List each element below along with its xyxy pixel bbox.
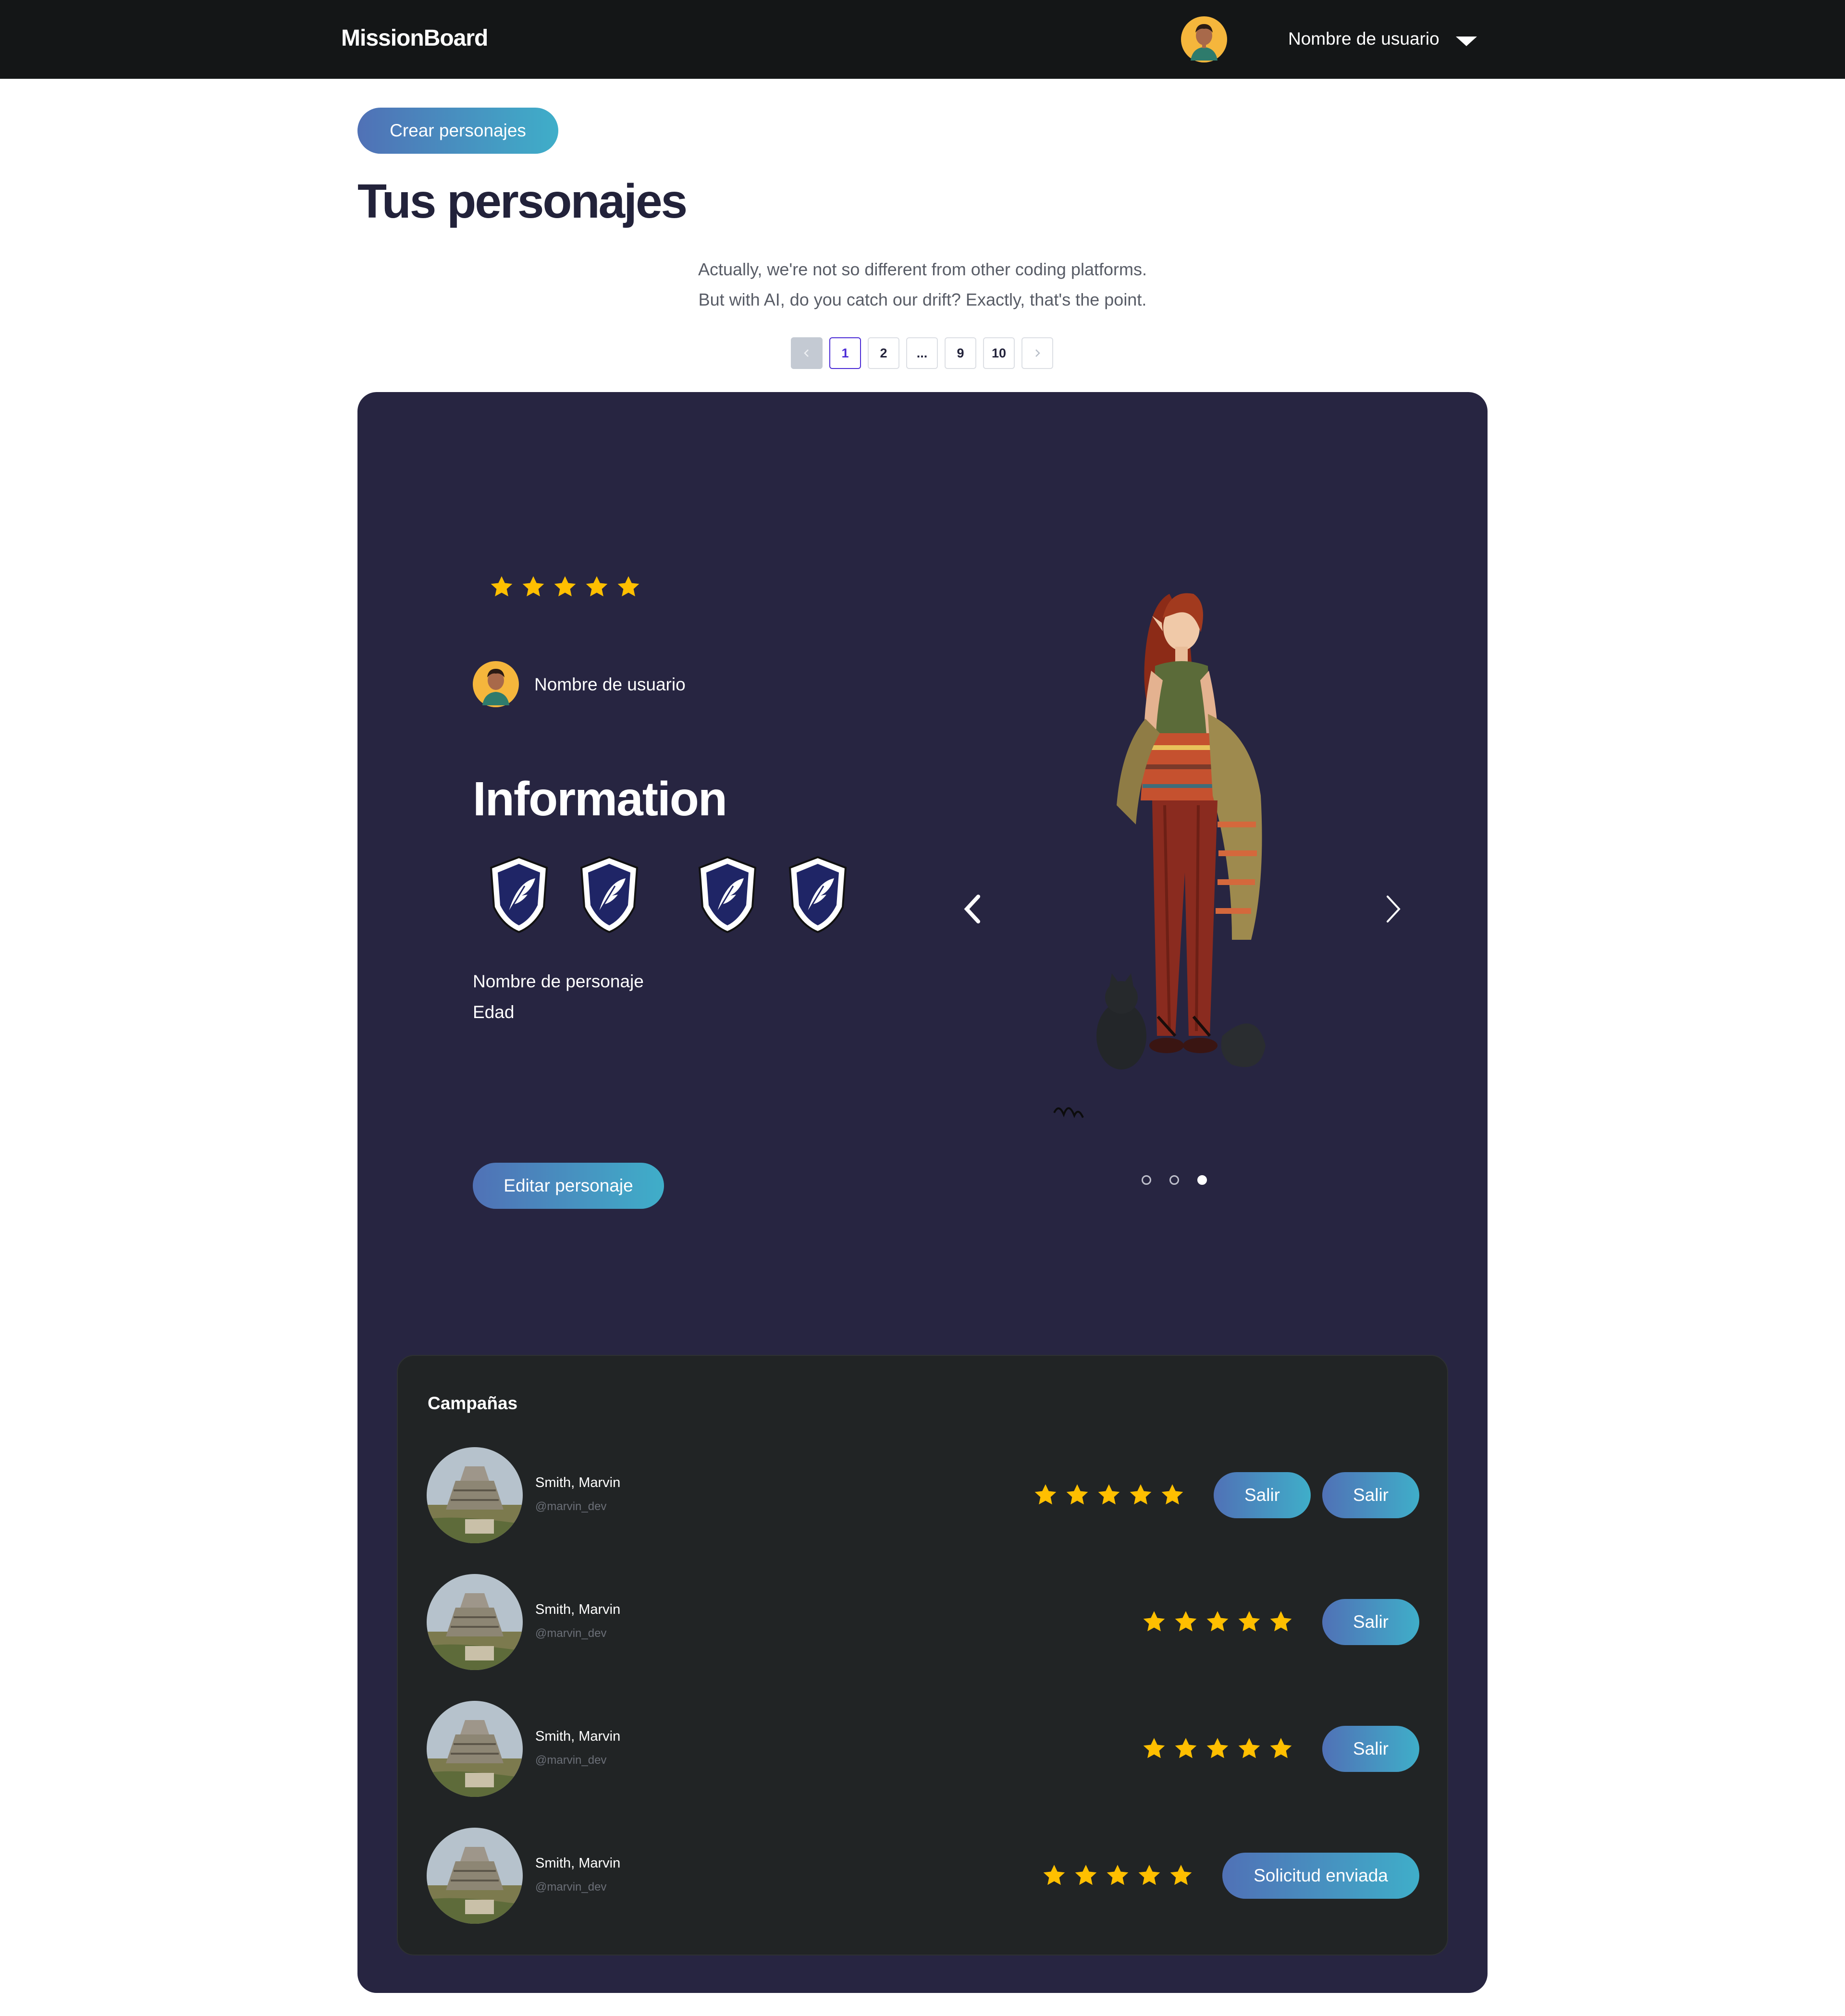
- top-navigation-bar: MissionBoard Nombre de usuario: [0, 0, 1845, 79]
- star-icon: [522, 576, 544, 597]
- quill-shield-icon: [580, 856, 639, 934]
- campaign-owner-handle: @marvin_dev: [535, 1500, 607, 1513]
- character-name-label: Nombre de personaje: [473, 971, 644, 991]
- leave-campaign-button[interactable]: Salir: [1322, 1599, 1419, 1645]
- pagination: 1 2 ... 9 10: [791, 337, 1053, 369]
- campaign-rating: [1033, 1483, 1185, 1508]
- campaigns-panel: Campañas Smith, Marvin @marvin_dev Salir…: [397, 1355, 1448, 1955]
- campaign-rating: [1142, 1736, 1293, 1761]
- tagline-line-1: Actually, we're not so different from ot…: [698, 259, 1147, 279]
- campaign-thumbnail[interactable]: [427, 1701, 523, 1797]
- carousel-prev-icon[interactable]: [958, 890, 987, 928]
- page-1-button[interactable]: 1: [829, 337, 861, 369]
- page-ellipsis: ...: [906, 337, 938, 369]
- star-icon: [1175, 1738, 1197, 1758]
- campaign-owner-name: Smith, Marvin: [535, 1856, 621, 1871]
- star-icon: [617, 576, 640, 597]
- star-icon: [1075, 1865, 1097, 1885]
- campaign-row: Smith, Marvin @marvin_dev Salir: [398, 1574, 1449, 1670]
- request-sent-button[interactable]: Solicitud enviada: [1222, 1853, 1419, 1899]
- carousel-dot-1[interactable]: [1142, 1175, 1151, 1185]
- badge-list: [487, 854, 847, 941]
- tagline-line-2: But with AI, do you catch our drift? Exa…: [698, 290, 1147, 309]
- quill-shield-icon: [490, 856, 548, 934]
- character-illustration: [1053, 593, 1266, 1119]
- star-icon: [1143, 1738, 1165, 1758]
- owner-avatar[interactable]: [473, 661, 519, 707]
- leave-campaign-button[interactable]: Salir: [1214, 1472, 1311, 1518]
- star-icon: [1170, 1865, 1192, 1885]
- character-age-label: Edad: [473, 1002, 515, 1022]
- star-icon: [586, 576, 608, 597]
- pagination-next-button[interactable]: [1021, 337, 1053, 369]
- campaign-row: Smith, Marvin @marvin_dev Solicitud envi…: [398, 1828, 1449, 1924]
- chevron-right-icon: [1035, 349, 1040, 357]
- campaign-owner-handle: @marvin_dev: [535, 1754, 607, 1767]
- page-9-button[interactable]: 9: [945, 337, 976, 369]
- leave-campaign-button[interactable]: Salir: [1322, 1726, 1419, 1772]
- campaign-rating: [1042, 1863, 1193, 1888]
- chevron-down-icon[interactable]: [1456, 37, 1477, 46]
- star-icon: [1206, 1611, 1229, 1632]
- campaign-row: Smith, Marvin @marvin_dev Salir: [398, 1701, 1449, 1797]
- character-card: Nombre de usuario Information Nombre de …: [357, 392, 1488, 1993]
- page-10-button[interactable]: 10: [983, 337, 1015, 369]
- star-icon: [1238, 1738, 1260, 1758]
- star-icon: [1270, 1738, 1292, 1758]
- brand-logo[interactable]: MissionBoard: [341, 25, 488, 51]
- carousel-dot-2[interactable]: [1169, 1175, 1179, 1185]
- nav-username[interactable]: Nombre de usuario: [1288, 29, 1439, 49]
- campaign-thumbnail[interactable]: [427, 1574, 523, 1670]
- page-2-button[interactable]: 2: [868, 337, 899, 369]
- quill-shield-icon: [788, 856, 847, 934]
- star-icon: [1130, 1484, 1152, 1505]
- information-heading: Information: [473, 772, 727, 826]
- star-icon: [1206, 1738, 1229, 1758]
- star-icon: [491, 576, 513, 597]
- carousel-indicator: [1142, 1175, 1207, 1185]
- campaign-owner-handle: @marvin_dev: [535, 1627, 607, 1640]
- edit-character-button[interactable]: Editar personaje: [473, 1163, 664, 1209]
- star-icon: [1034, 1484, 1057, 1505]
- campaign-thumbnail[interactable]: [427, 1828, 523, 1924]
- star-icon: [1238, 1611, 1260, 1632]
- pagination-prev-button[interactable]: [791, 337, 823, 369]
- carousel-next-icon[interactable]: [1379, 890, 1408, 928]
- campaign-owner-name: Smith, Marvin: [535, 1475, 621, 1490]
- create-characters-button[interactable]: Crear personajes: [357, 108, 558, 154]
- star-icon: [1107, 1865, 1129, 1885]
- page-title: Tus personajes: [357, 174, 688, 228]
- star-icon: [1161, 1484, 1183, 1505]
- leave-campaign-button[interactable]: Salir: [1322, 1472, 1419, 1518]
- quill-shield-icon: [698, 856, 757, 934]
- owner-username: Nombre de usuario: [534, 675, 686, 694]
- campaign-thumbnail[interactable]: [427, 1447, 523, 1543]
- character-rating: [489, 575, 641, 600]
- campaign-owner-name: Smith, Marvin: [535, 1602, 621, 1617]
- star-icon: [1175, 1611, 1197, 1632]
- star-icon: [554, 576, 576, 597]
- user-avatar[interactable]: [1181, 16, 1227, 62]
- star-icon: [1270, 1611, 1292, 1632]
- campaigns-heading: Campañas: [428, 1393, 518, 1413]
- star-icon: [1098, 1484, 1120, 1505]
- campaign-owner-handle: @marvin_dev: [535, 1881, 607, 1893]
- campaign-row: Smith, Marvin @marvin_dev Salir Salir: [398, 1447, 1449, 1543]
- star-icon: [1138, 1865, 1160, 1885]
- campaign-owner-name: Smith, Marvin: [535, 1729, 621, 1744]
- star-icon: [1043, 1865, 1065, 1885]
- campaign-rating: [1142, 1610, 1293, 1635]
- chevron-left-icon: [804, 349, 809, 357]
- star-icon: [1143, 1611, 1165, 1632]
- star-icon: [1066, 1484, 1088, 1505]
- carousel-dot-3[interactable]: [1197, 1175, 1207, 1185]
